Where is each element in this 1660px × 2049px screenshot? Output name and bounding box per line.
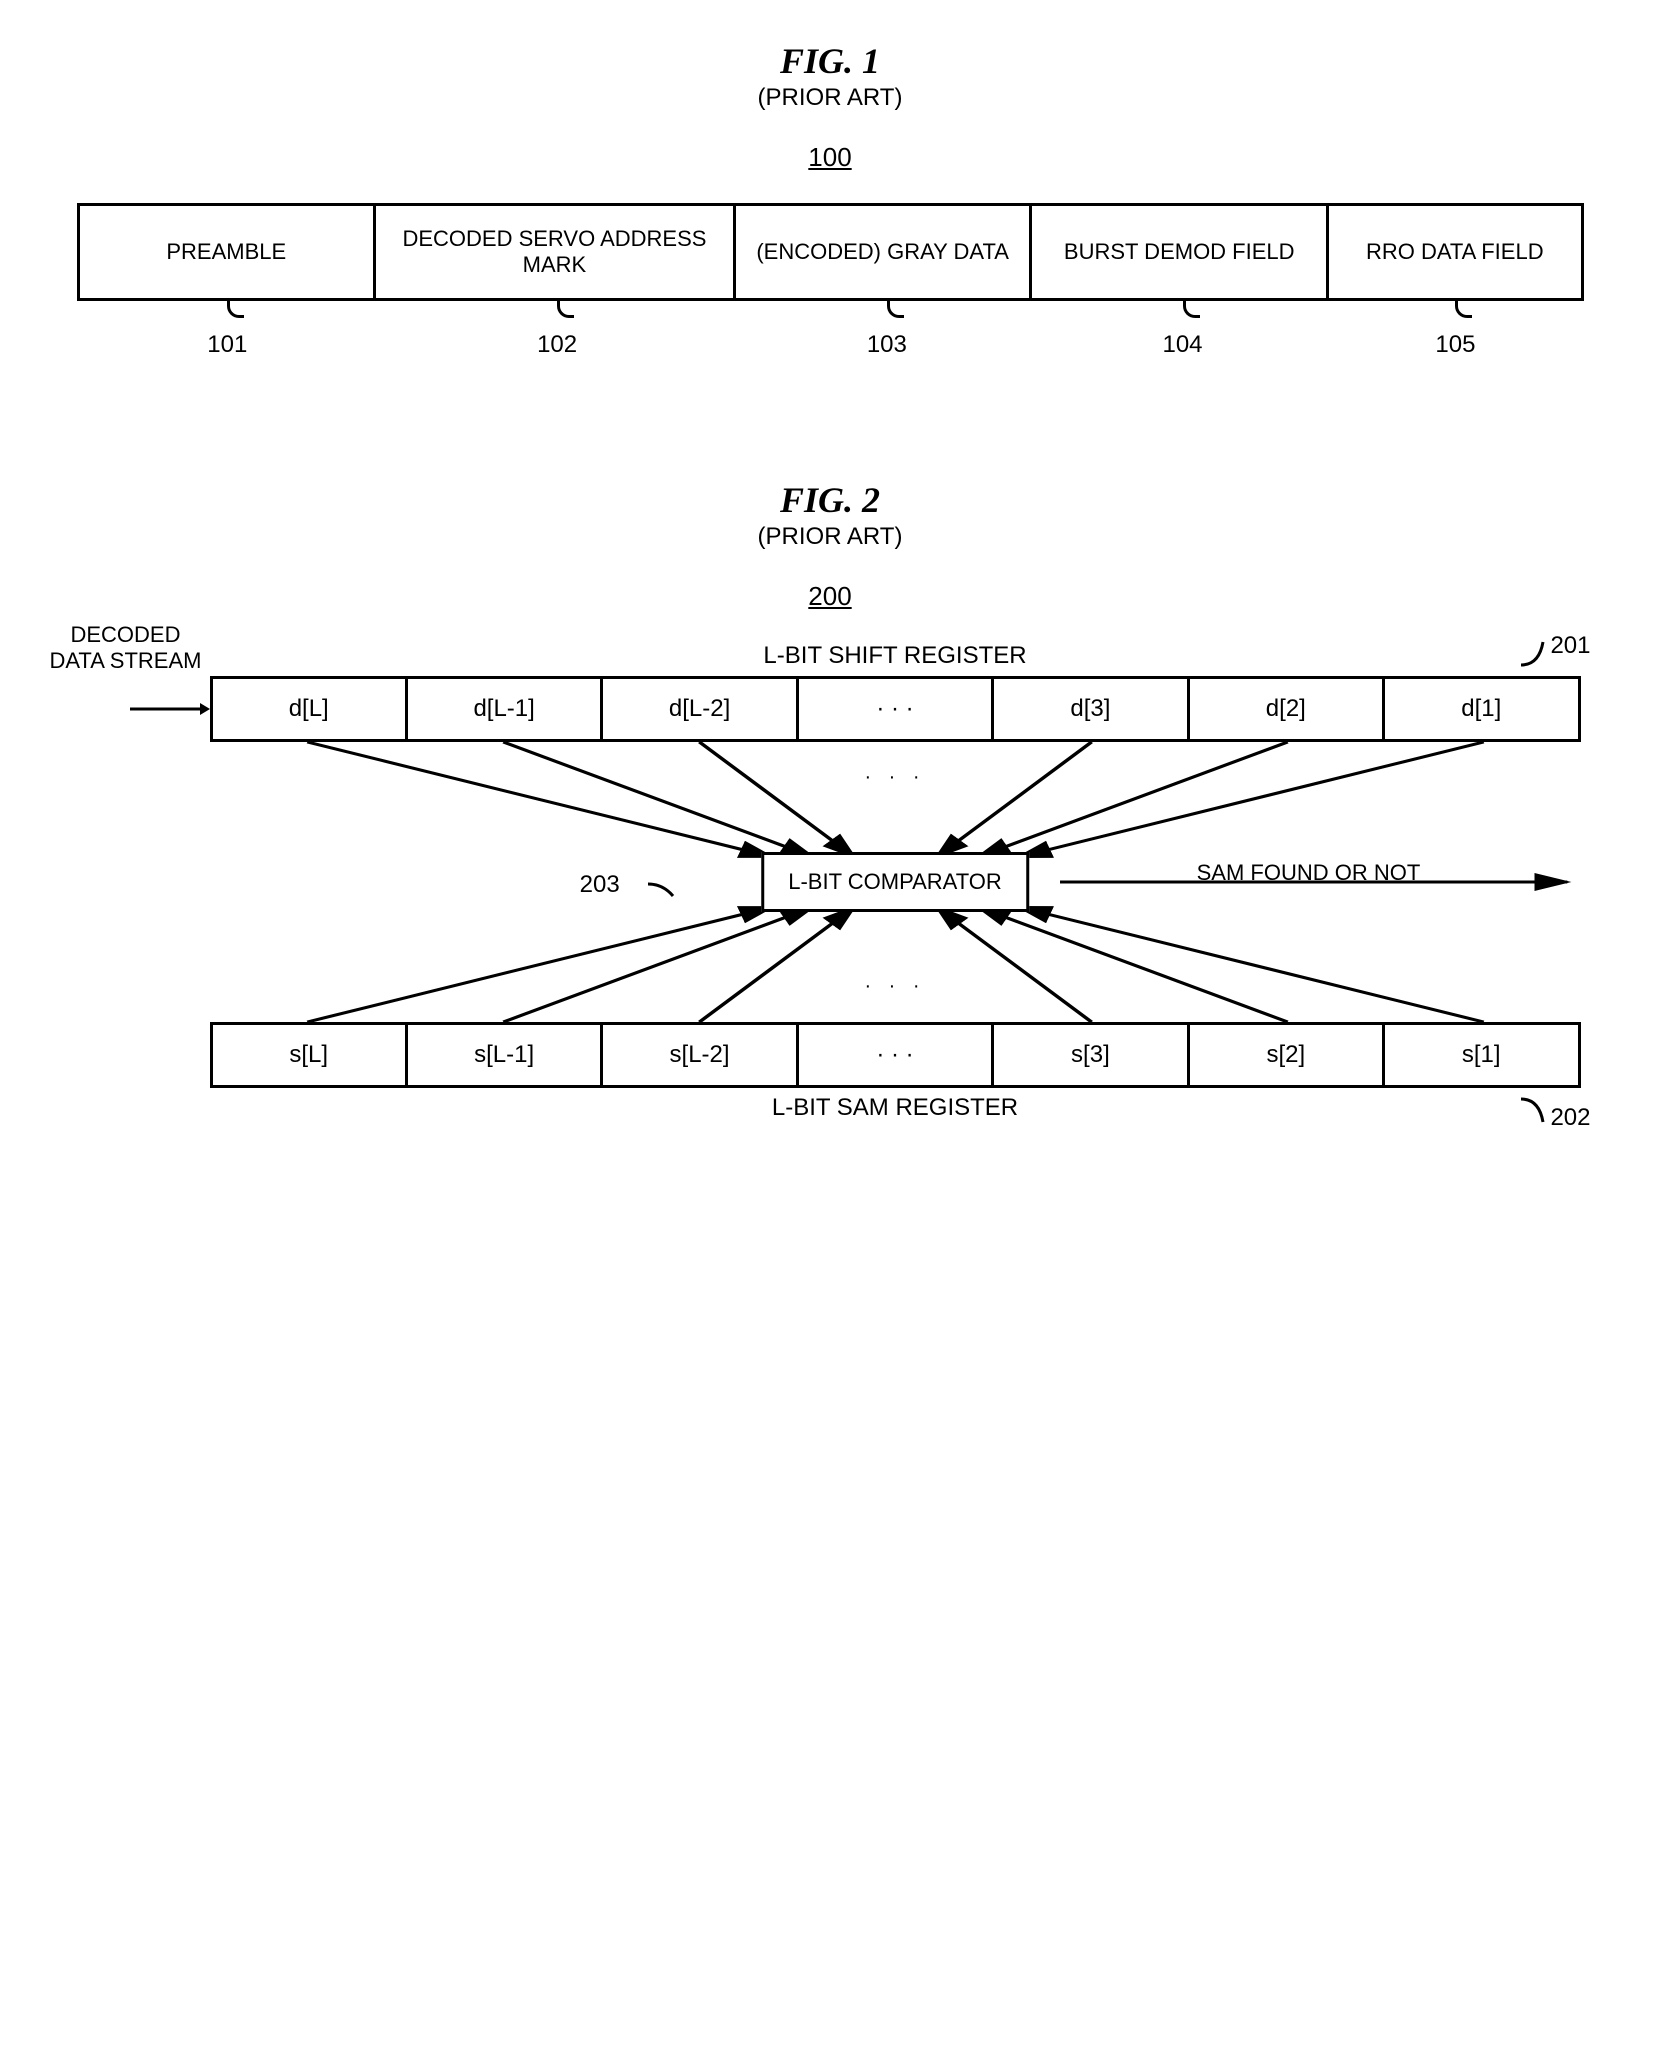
curve-202	[1521, 1097, 1551, 1127]
top-cell-1: d[L-1]	[408, 679, 603, 739]
bot-cell-0: s[L]	[213, 1025, 408, 1085]
fig1-label-102: 102	[375, 301, 739, 359]
output-label: SAM FOUND OR NOT	[1197, 860, 1421, 886]
ref-201: 201	[1550, 632, 1590, 660]
input-arrow	[130, 699, 210, 719]
fig2-diagram: DECODED DATA STREAM L-BIT SHIFT REGISTER…	[80, 642, 1581, 1122]
input-label: DECODED DATA STREAM	[50, 622, 202, 675]
fig1-cell-gray: (ENCODED) GRAY DATA	[736, 206, 1033, 298]
figure-1: FIG. 1 (PRIOR ART) 100 PREAMBLE DECODED …	[40, 40, 1620, 359]
bot-cell-1: s[L-1]	[408, 1025, 603, 1085]
top-register: d[L] d[L-1] d[L-2] · · · d[3] d[2] d[1]	[210, 676, 1581, 742]
fig1-label-101: 101	[80, 301, 376, 359]
top-cell-0: d[L]	[213, 679, 408, 739]
bot-cell-5: s[2]	[1190, 1025, 1385, 1085]
fig1-ref: 100	[40, 142, 1620, 173]
fig1-table: PREAMBLE DECODED SERVO ADDRESS MARK (ENC…	[77, 203, 1584, 301]
fig1-cell-burst: BURST DEMOD FIELD	[1032, 206, 1329, 298]
dots-bottom: · · ·	[864, 975, 925, 998]
bottom-register: s[L] s[L-1] s[L-2] · · · s[3] s[2] s[1]	[210, 1022, 1581, 1088]
fig1-subtitle: (PRIOR ART)	[40, 84, 1620, 112]
top-cell-6: d[1]	[1385, 679, 1577, 739]
bottom-register-label: L-BIT SAM REGISTER	[210, 1094, 1581, 1122]
comparator-area: · · · · · · L-BIT COMPARATOR 203 SAM FOU…	[210, 742, 1581, 1022]
comparator-box: L-BIT COMPARATOR	[761, 852, 1029, 912]
top-cell-4: d[3]	[994, 679, 1189, 739]
bot-cell-2: s[L-2]	[603, 1025, 798, 1085]
top-register-label: L-BIT SHIFT REGISTER	[210, 642, 1581, 670]
fig1-label-105: 105	[1330, 301, 1580, 359]
fig1-label-104: 104	[1035, 301, 1331, 359]
curve-201	[1521, 637, 1551, 667]
bot-cell-3: · · ·	[799, 1025, 994, 1085]
fig1-cell-sam: DECODED SERVO ADDRESS MARK	[376, 206, 736, 298]
fig1-cell-preamble: PREAMBLE	[80, 206, 377, 298]
fig1-labels: 101 102 103 104 105	[80, 301, 1581, 359]
fig2-subtitle: (PRIOR ART)	[40, 523, 1620, 551]
fig1-cell-rro: RRO DATA FIELD	[1329, 206, 1581, 298]
bot-cell-6: s[1]	[1385, 1025, 1577, 1085]
bot-cell-4: s[3]	[994, 1025, 1189, 1085]
comp-curve	[648, 874, 678, 899]
fig1-label-103: 103	[739, 301, 1035, 359]
ref-202: 202	[1550, 1104, 1590, 1132]
dots-top: · · ·	[864, 766, 925, 789]
fig1-title: FIG. 1	[40, 40, 1620, 82]
comparator-ref: 203	[580, 871, 620, 899]
fig2-ref: 200	[40, 581, 1620, 612]
fig2-title: FIG. 2	[40, 479, 1620, 521]
top-cell-3: · · ·	[799, 679, 994, 739]
top-cell-5: d[2]	[1190, 679, 1385, 739]
top-cell-2: d[L-2]	[603, 679, 798, 739]
figure-2: FIG. 2 (PRIOR ART) 200 DECODED DATA STRE…	[40, 479, 1620, 1122]
